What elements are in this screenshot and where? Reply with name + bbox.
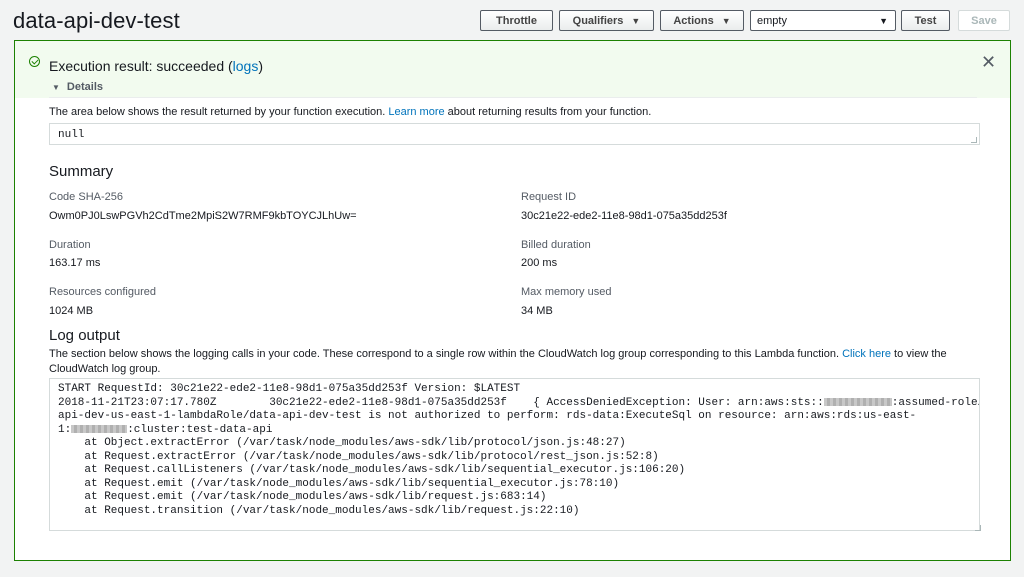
execution-status-prefix: Execution result: succeeded ( (49, 58, 233, 74)
close-icon[interactable]: ✕ (981, 52, 996, 73)
qualifiers-label: Qualifiers (572, 14, 624, 27)
log-line: at Request.extractError (/var/task/node_… (58, 450, 659, 463)
save-button[interactable]: Save (958, 10, 1010, 31)
actions-label: Actions (673, 14, 714, 27)
divider (49, 97, 977, 98)
details-toggle[interactable]: ▼ Details (52, 81, 103, 93)
function-header: data-api-dev-test Throttle Qualifiers ▼ A… (0, 0, 1024, 40)
result-description: The area below shows the result returned… (49, 106, 651, 118)
log-line: START RequestId: 30c21e22-ede2-11e8-98d1… (58, 383, 521, 395)
log-output[interactable]: START RequestId: 30c21e22-ede2-11e8-98d1… (49, 378, 980, 531)
actions-button[interactable]: Actions ▼ (660, 10, 744, 31)
redacted-account-id (823, 397, 892, 406)
result-output[interactable]: null (49, 123, 980, 145)
max-memory-value: 34 MB (521, 305, 553, 317)
request-id-value: 30c21e22-ede2-11e8-98d1-075a35dd253f (521, 210, 727, 222)
test-event-select[interactable]: empty ▼ (750, 10, 896, 31)
duration-label: Duration (49, 239, 91, 251)
log-line: at Request.emit (/var/task/node_modules/… (58, 477, 620, 490)
logs-link[interactable]: logs (233, 58, 259, 74)
billed-duration-value: 200 ms (521, 257, 558, 269)
triangle-down-icon: ▼ (52, 83, 60, 92)
resources-configured-label: Resources configured (49, 286, 157, 298)
resources-configured-value: 1024 MB (49, 305, 94, 317)
result-desc-text-end: about returning results from your functi… (444, 106, 652, 118)
resize-handle-icon[interactable] (971, 137, 977, 143)
test-label: Test (914, 14, 937, 27)
log-line-part: 1: (58, 423, 72, 436)
result-value: null (58, 129, 85, 141)
log-line: at Request.emit (/var/task/node_modules/… (58, 491, 547, 503)
caret-down-icon: ▼ (631, 15, 641, 26)
log-output-heading: Log output (49, 327, 120, 344)
details-label: Details (66, 81, 103, 93)
execution-status: Execution result: succeeded (logs) (49, 58, 263, 74)
throttle-label: Throttle (496, 14, 537, 27)
log-description: The section below shows the logging call… (49, 347, 969, 377)
log-line: 2018-11-21T23:07:17.780Z 30c21e22-ede2-1… (58, 396, 979, 411)
log-line: 1: :cluster:test-data-api (58, 424, 971, 438)
caret-down-icon: ▼ (879, 15, 888, 26)
duration-value: 163.17 ms (49, 257, 101, 269)
summary-heading: Summary (49, 163, 114, 180)
resize-handle-icon[interactable] (975, 525, 981, 531)
function-title: data-api-dev-test (13, 8, 180, 33)
log-line: at Request.transition (/var/task/node_mo… (58, 504, 580, 517)
result-desc-text: The area below shows the result returned… (49, 106, 389, 118)
click-here-link[interactable]: Click here (842, 348, 891, 360)
log-desc-text: The section below shows the logging call… (49, 348, 843, 360)
log-line-part: :assumed-role/data- (891, 396, 979, 409)
check-circle-icon (29, 56, 40, 67)
max-memory-label: Max memory used (521, 286, 612, 298)
execution-result-panel: Execution result: succeeded (logs) ✕ ▼ De… (14, 40, 1011, 561)
log-line-part: 2018-11-21T23:07:17.780Z 30c21e22-ede2-1… (58, 396, 824, 409)
log-line-part: :cluster:test-data-api (127, 423, 273, 436)
billed-duration-label: Billed duration (521, 239, 591, 251)
save-label: Save (971, 14, 997, 27)
log-line: at Object.extractError (/var/task/node_m… (58, 437, 626, 449)
caret-down-icon: ▼ (721, 15, 731, 26)
log-line: at Request.callListeners (/var/task/node… (58, 464, 686, 476)
test-event-value: empty (757, 14, 787, 27)
test-button[interactable]: Test (901, 10, 950, 31)
execution-status-suffix: ) (258, 58, 264, 74)
throttle-button[interactable]: Throttle (480, 10, 553, 31)
code-sha-value: Owm0PJ0LswPGVh2CdTme2MpiS2W7RMF9kbTOYCJL… (49, 210, 357, 222)
code-sha-label: Code SHA-256 (49, 191, 123, 203)
learn-more-link[interactable]: Learn more (388, 106, 444, 118)
redacted-account-id (71, 424, 128, 433)
log-line: api-dev-us-east-1-lambdaRole/data-api-de… (58, 410, 917, 422)
qualifiers-button[interactable]: Qualifiers ▼ (559, 10, 654, 31)
request-id-label: Request ID (521, 191, 577, 203)
